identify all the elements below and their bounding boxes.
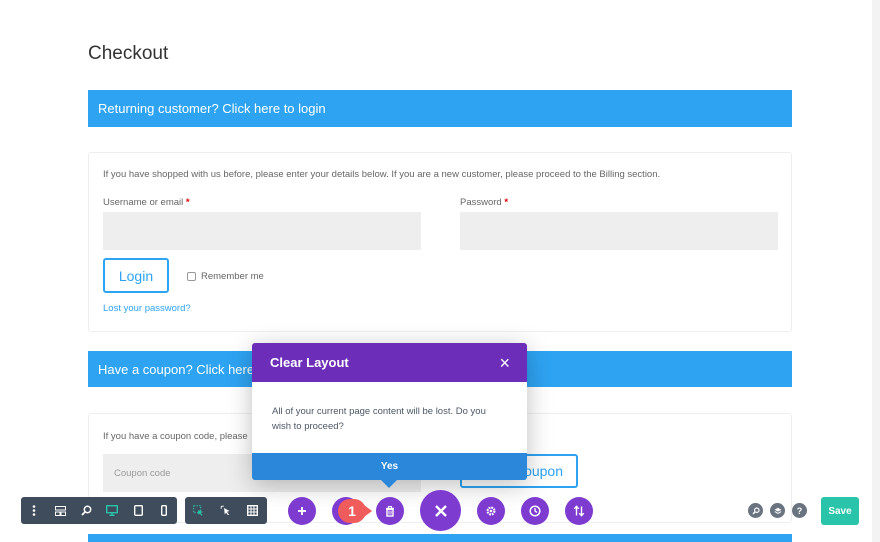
- phone-view-icon[interactable]: [151, 497, 177, 524]
- yes-button[interactable]: Yes: [252, 453, 527, 480]
- password-label-text: Password: [460, 197, 502, 208]
- help-icon[interactable]: ?: [792, 503, 807, 518]
- username-label-text: Username or email: [103, 197, 184, 208]
- layers-icon[interactable]: [770, 503, 785, 518]
- mode-toolbar: [185, 497, 267, 524]
- history-clock-icon[interactable]: [521, 497, 549, 525]
- tablet-view-icon[interactable]: [125, 497, 151, 524]
- modal-pointer: [381, 480, 397, 488]
- modal-header: Clear Layout ×: [252, 343, 527, 382]
- login-notice-bar[interactable]: Returning customer? Click here to login: [88, 90, 792, 127]
- wireframe-icon[interactable]: [47, 497, 73, 524]
- username-input[interactable]: [103, 212, 421, 250]
- step-badge-pointer: [364, 505, 372, 517]
- page-title: Checkout: [88, 43, 169, 64]
- view-toolbar: [21, 497, 177, 524]
- remember-me[interactable]: Remember me: [187, 271, 264, 282]
- password-label: Password *: [460, 197, 508, 208]
- coupon-notice-text[interactable]: Have a coupon? Click here: [98, 362, 254, 377]
- menu-dots-icon[interactable]: [21, 497, 47, 524]
- trash-icon[interactable]: [376, 497, 404, 525]
- login-form: If you have shopped with us before, plea…: [88, 152, 792, 332]
- desktop-view-icon[interactable]: [99, 497, 125, 524]
- password-input[interactable]: [460, 212, 778, 250]
- lost-password-link[interactable]: Lost your password?: [103, 303, 191, 314]
- search-icon[interactable]: [748, 503, 763, 518]
- settings-gear-icon[interactable]: [477, 497, 505, 525]
- add-icon[interactable]: [288, 497, 316, 525]
- modal-title: Clear Layout: [270, 355, 349, 370]
- required-mark: *: [504, 197, 509, 208]
- hover-mode-icon[interactable]: [212, 497, 239, 524]
- grid-mode-icon[interactable]: [239, 497, 266, 524]
- step-badge: 1: [338, 499, 366, 523]
- username-label: Username or email *: [103, 197, 190, 208]
- login-intro-text: If you have shopped with us before, plea…: [103, 169, 661, 180]
- remember-checkbox[interactable]: [187, 272, 196, 281]
- clear-layout-modal: Clear Layout × All of your current page …: [252, 343, 527, 488]
- save-button[interactable]: Save: [821, 497, 859, 525]
- close-builder-icon[interactable]: [420, 490, 461, 531]
- required-mark: *: [185, 197, 190, 208]
- portability-arrows-icon[interactable]: [565, 497, 593, 525]
- login-notice-text[interactable]: Returning customer? Click here to login: [98, 101, 326, 116]
- remember-label: Remember me: [201, 271, 264, 282]
- bottom-notice-bar: [88, 534, 792, 542]
- click-mode-icon[interactable]: [185, 497, 212, 524]
- login-button[interactable]: Login: [103, 258, 169, 293]
- modal-message: All of your current page content will be…: [272, 406, 486, 432]
- zoom-icon[interactable]: [73, 497, 99, 524]
- close-icon[interactable]: ×: [499, 354, 510, 372]
- coupon-intro-text: If you have a coupon code, please: [103, 431, 248, 442]
